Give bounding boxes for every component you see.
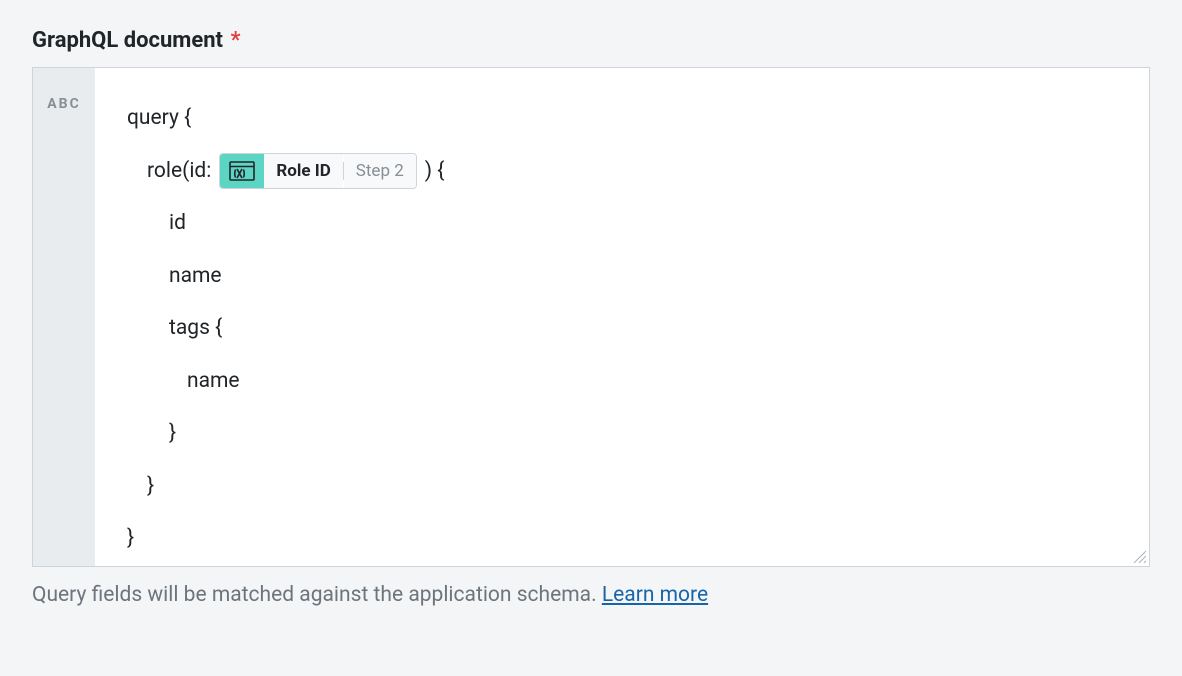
- code-text: }: [127, 512, 134, 565]
- code-text: }: [169, 407, 176, 460]
- code-text: tags {: [169, 302, 222, 355]
- resize-handle-icon[interactable]: [1131, 548, 1147, 564]
- code-line: }: [127, 407, 1117, 460]
- code-line: }: [127, 460, 1117, 513]
- code-text: ) {: [425, 145, 445, 198]
- field-label: GraphQL document *: [32, 28, 1150, 53]
- code-line: }: [127, 512, 1117, 565]
- code-line: tags {: [127, 302, 1117, 355]
- variable-icon: [220, 154, 264, 188]
- graphql-editor[interactable]: ABC query { role(id: Role ID: [32, 67, 1150, 567]
- code-line: name: [127, 250, 1117, 303]
- variable-label: Role ID: [264, 154, 342, 188]
- code-text: }: [147, 460, 154, 513]
- gutter-label: ABC: [47, 96, 81, 112]
- code-line: id: [127, 197, 1117, 250]
- variable-token[interactable]: Role ID Step 2: [219, 153, 416, 189]
- code-text: query {: [127, 92, 191, 145]
- editor-gutter: ABC: [33, 68, 95, 566]
- learn-more-link[interactable]: Learn more: [602, 583, 708, 607]
- code-line: role(id: Role ID Step 2 ) {: [127, 145, 1117, 198]
- variable-step: Step 2: [344, 154, 416, 188]
- code-line: name: [127, 355, 1117, 408]
- required-asterisk: *: [230, 28, 240, 53]
- helper-text: Query fields will be matched against the…: [32, 583, 1150, 607]
- code-text: name: [169, 250, 222, 303]
- code-input-area[interactable]: query { role(id: Role ID Step 2: [95, 68, 1149, 566]
- helper-text-content: Query fields will be matched against the…: [32, 583, 602, 607]
- field-label-text: GraphQL document: [32, 28, 223, 53]
- code-line: query {: [127, 92, 1117, 145]
- code-text: id: [169, 197, 186, 250]
- code-text: name: [187, 355, 240, 408]
- code-text: role(id:: [147, 145, 211, 198]
